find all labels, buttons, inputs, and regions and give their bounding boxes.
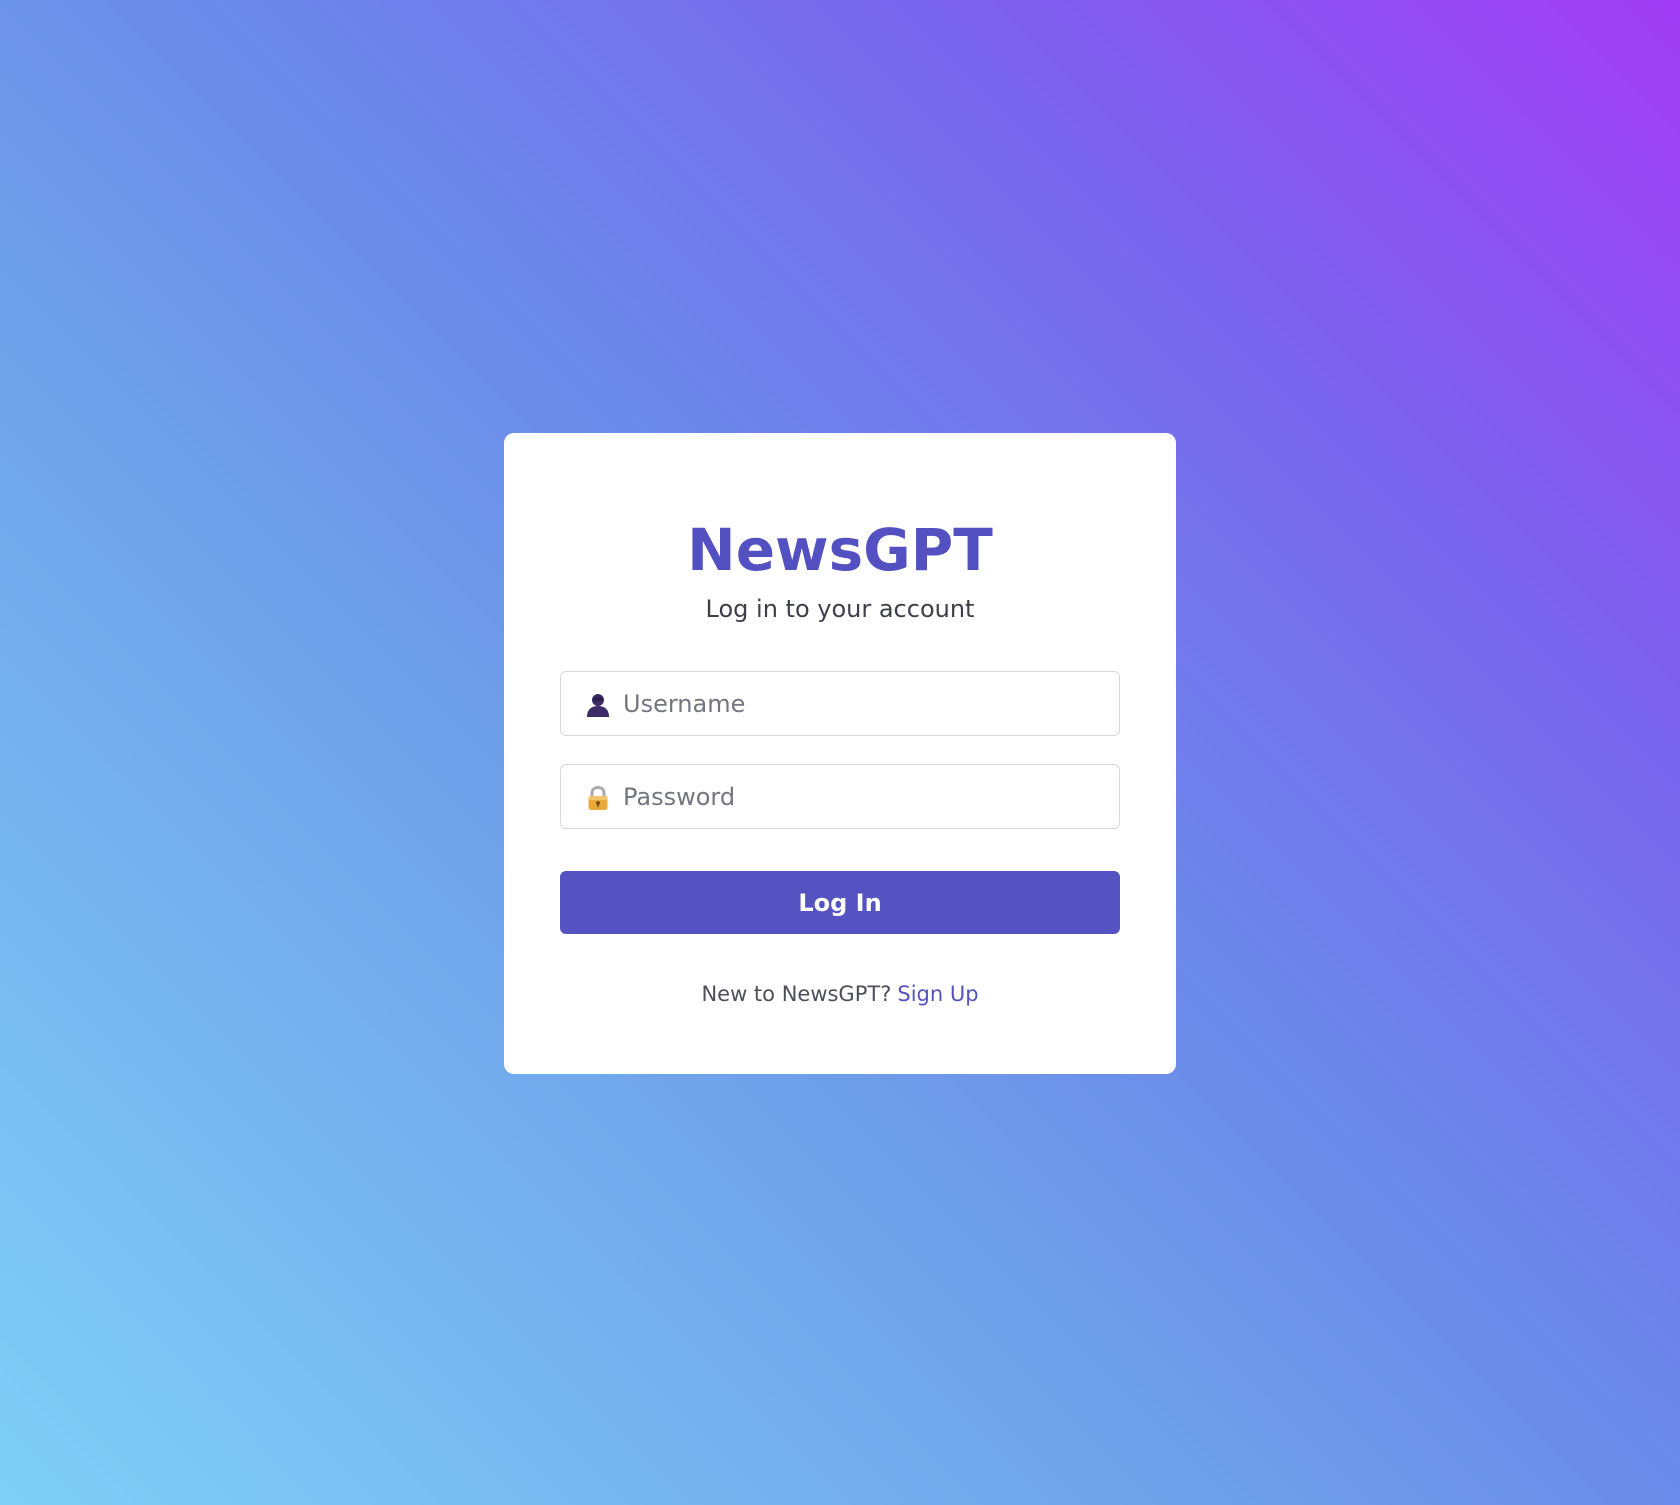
- signup-prompt-line: New to NewsGPT? Sign Up: [504, 979, 1176, 1009]
- username-input[interactable]: [623, 672, 1103, 735]
- password-input[interactable]: [623, 765, 1103, 828]
- login-card: NewsGPT Log in to your account Log In Ne…: [504, 433, 1176, 1074]
- signup-link[interactable]: Sign Up: [897, 982, 978, 1006]
- signup-prompt-text: New to NewsGPT?: [701, 982, 892, 1006]
- login-button[interactable]: Log In: [560, 871, 1120, 934]
- login-subtitle: Log in to your account: [705, 595, 975, 623]
- password-field[interactable]: [560, 764, 1120, 829]
- app-title: NewsGPT: [687, 516, 993, 584]
- lock-icon: [585, 785, 611, 811]
- user-icon: [585, 692, 611, 718]
- username-field[interactable]: [560, 671, 1120, 736]
